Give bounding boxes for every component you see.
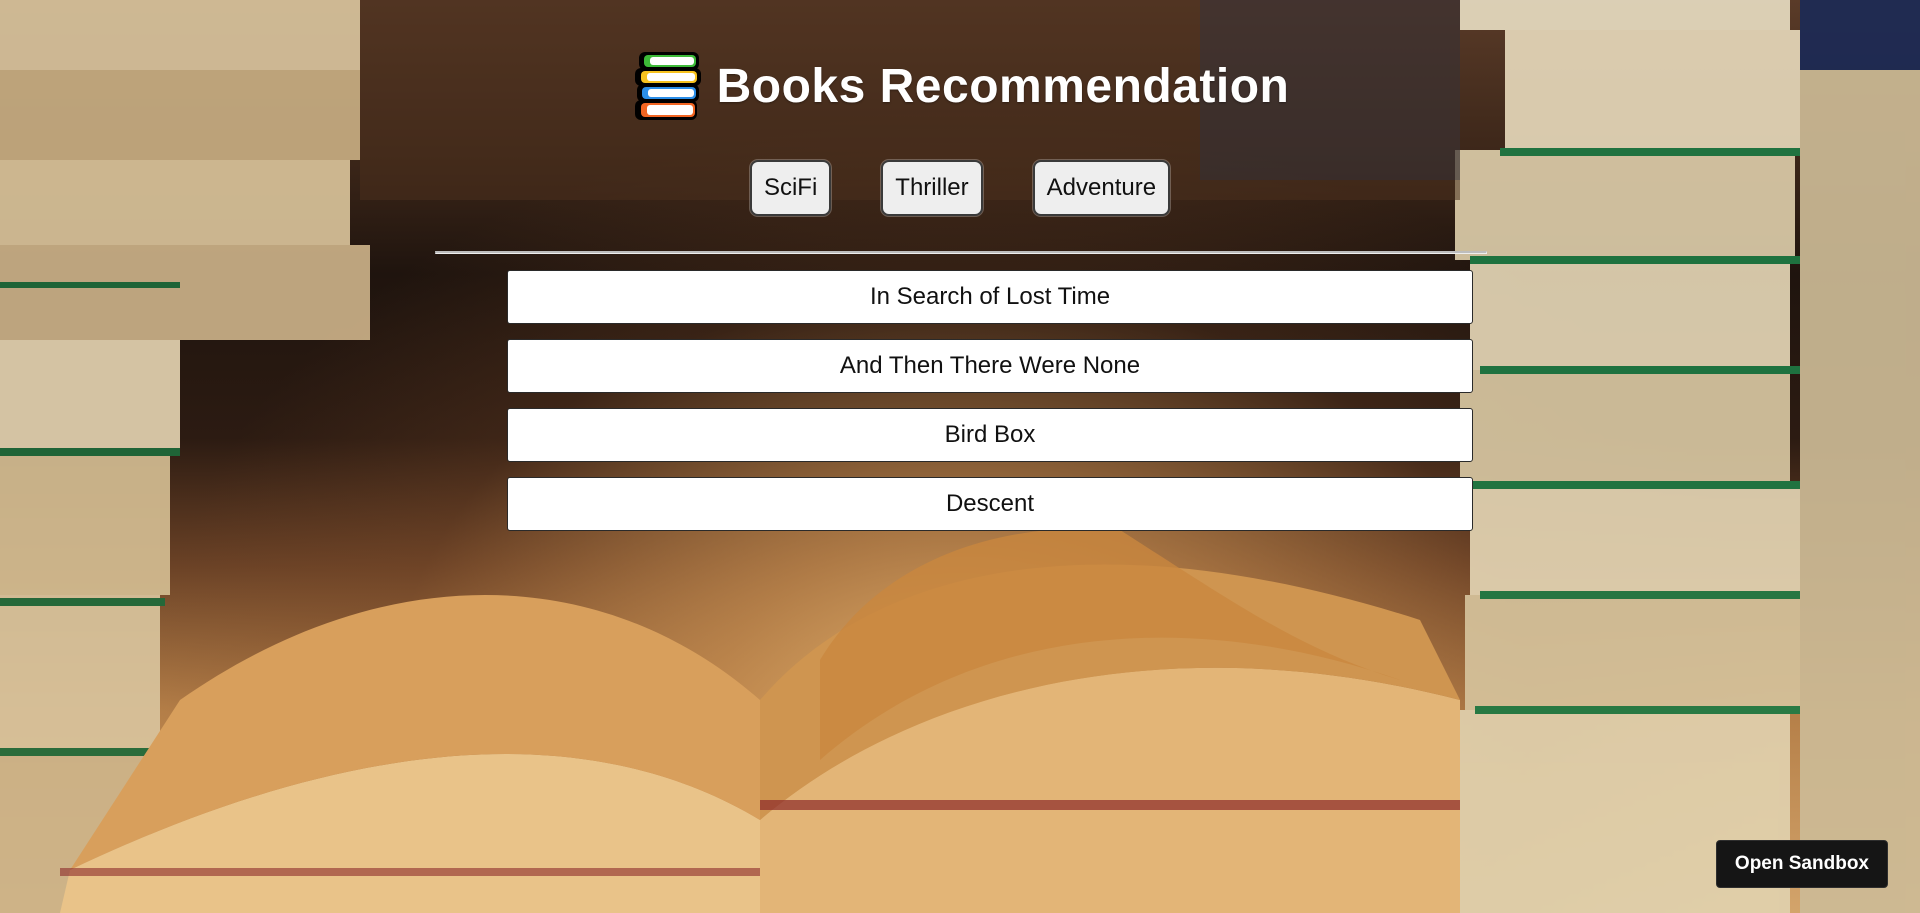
genre-button-scifi[interactable]: SciFi bbox=[749, 160, 832, 216]
books-stack-icon bbox=[631, 50, 705, 124]
book-list-item[interactable]: In Search of Lost Time bbox=[507, 270, 1473, 324]
open-sandbox-button[interactable]: Open Sandbox bbox=[1715, 840, 1888, 888]
genre-button-thriller[interactable]: Thriller bbox=[881, 160, 983, 216]
book-list-item[interactable]: Descent bbox=[507, 477, 1473, 531]
book-list: In Search of Lost Time And Then There We… bbox=[507, 270, 1473, 546]
app-header: Books Recommendation bbox=[0, 50, 1920, 124]
book-list-item[interactable]: And Then There Were None bbox=[507, 339, 1473, 393]
page-title: Books Recommendation bbox=[716, 60, 1290, 113]
divider bbox=[435, 251, 1487, 254]
genre-button-adventure[interactable]: Adventure bbox=[1032, 160, 1171, 216]
book-list-item[interactable]: Bird Box bbox=[507, 408, 1473, 462]
genre-filter-bar: SciFi Thriller Adventure bbox=[0, 160, 1920, 216]
